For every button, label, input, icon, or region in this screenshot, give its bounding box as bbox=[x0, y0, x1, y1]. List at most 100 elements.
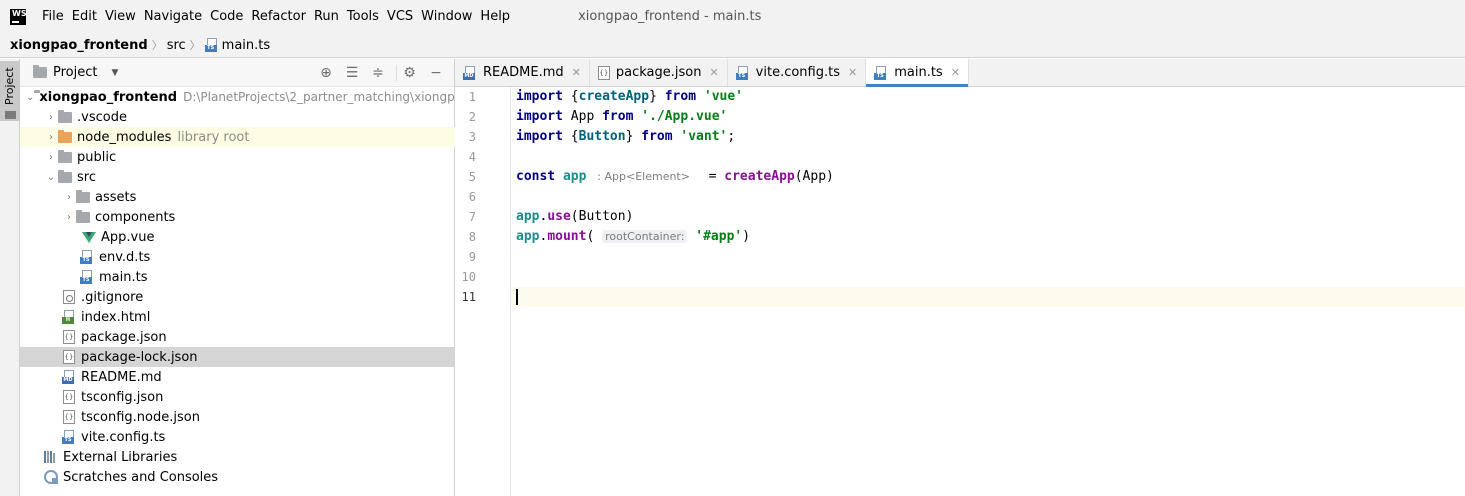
tree-item-readme[interactable]: MD README.md bbox=[20, 367, 455, 387]
code-line: import {Button} from 'vant'; bbox=[516, 129, 736, 144]
project-tool-tab[interactable]: Project bbox=[0, 61, 20, 121]
menu-tools[interactable]: Tools bbox=[347, 9, 379, 24]
tree-item-package-json[interactable]: {} package.json bbox=[20, 327, 455, 347]
tab-vite-config[interactable]: TS vite.config.ts ✕ bbox=[728, 59, 867, 86]
tree-item-scratches[interactable]: Scratches and Consoles bbox=[20, 467, 455, 487]
line-number-gutter: 1 2 3 4 5 6 7 8 9 10 11 bbox=[455, 87, 511, 496]
folder-icon bbox=[76, 189, 90, 203]
tree-item-public[interactable]: › public bbox=[20, 147, 455, 167]
menu-edit[interactable]: Edit bbox=[72, 9, 97, 24]
tree-item-components[interactable]: › components bbox=[20, 207, 455, 227]
crosshair-icon[interactable]: ⊕ bbox=[318, 65, 334, 81]
line-number: 6 bbox=[468, 190, 476, 204]
project-panel: Project ▼ ⊕ ☰ ≑ ⚙ − ⌄ xiongpao_frontend … bbox=[20, 59, 462, 496]
tree-item-vite-config[interactable]: TS vite.config.ts bbox=[20, 427, 455, 447]
chevron-down-icon[interactable]: ⌄ bbox=[26, 92, 34, 103]
code-line: app.mount( rootContainer: '#app') bbox=[516, 229, 751, 244]
gear-icon[interactable]: ⚙ bbox=[396, 65, 418, 81]
close-icon[interactable]: ✕ bbox=[709, 66, 718, 79]
json-file-icon: {} bbox=[63, 330, 75, 344]
tree-item-gitignore[interactable]: .gitignore bbox=[20, 287, 455, 307]
close-icon[interactable]: ✕ bbox=[848, 66, 857, 79]
chevron-down-icon[interactable]: ▼ bbox=[111, 68, 118, 78]
menu-view[interactable]: View bbox=[105, 9, 136, 24]
scratches-icon bbox=[44, 470, 58, 484]
tree-item-app-vue[interactable]: App.vue bbox=[20, 227, 455, 247]
close-icon[interactable]: ✕ bbox=[951, 66, 960, 79]
ts-file-icon: TS bbox=[204, 38, 219, 52]
text-caret bbox=[516, 289, 518, 305]
tree-item-env-d-ts[interactable]: TS env.d.ts bbox=[20, 247, 455, 267]
tab-main-ts[interactable]: TS main.ts ✕ bbox=[866, 59, 969, 87]
menu-refactor[interactable]: Refactor bbox=[251, 9, 306, 24]
json-file-icon: {} bbox=[63, 410, 75, 424]
gitignore-file-icon bbox=[63, 290, 75, 304]
line-number: 7 bbox=[468, 210, 476, 224]
library-folder-icon bbox=[58, 129, 72, 143]
ts-file-icon: TS bbox=[80, 250, 94, 264]
json-file-icon: {} bbox=[63, 350, 75, 364]
window-title: xiongpao_frontend - main.ts bbox=[578, 9, 762, 24]
tree-item-vscode[interactable]: › .vscode bbox=[20, 107, 455, 127]
menu-vcs[interactable]: VCS bbox=[387, 9, 413, 24]
tree-item-index-html[interactable]: H index.html bbox=[20, 307, 455, 327]
breadcrumb-separator-icon: 〉 bbox=[189, 39, 201, 52]
code-line: import {createApp} from 'vue' bbox=[516, 89, 744, 104]
external-libraries-icon bbox=[44, 451, 58, 463]
close-icon[interactable]: ✕ bbox=[572, 66, 581, 79]
project-view-title[interactable]: Project bbox=[53, 65, 97, 80]
code-editor[interactable]: import {createApp} from 'vue' import App… bbox=[512, 87, 1465, 496]
menu-window[interactable]: Window bbox=[421, 9, 472, 24]
tree-item-assets[interactable]: › assets bbox=[20, 187, 455, 207]
line-number: 8 bbox=[468, 230, 476, 244]
breadcrumb-file[interactable]: main.ts bbox=[222, 38, 270, 53]
menu-file[interactable]: File bbox=[42, 9, 64, 24]
folder-icon bbox=[58, 149, 72, 163]
tree-item-package-lock-json[interactable]: {} package-lock.json bbox=[20, 347, 455, 367]
breadcrumb-folder[interactable]: src bbox=[167, 38, 186, 53]
ts-file-icon: TS bbox=[735, 65, 750, 80]
tab-package-json[interactable]: {} package.json ✕ bbox=[590, 59, 728, 86]
chevron-down-icon[interactable]: ⌄ bbox=[44, 172, 58, 183]
folder-icon bbox=[58, 169, 72, 183]
menu-navigate[interactable]: Navigate bbox=[144, 9, 202, 24]
chevron-right-icon[interactable]: › bbox=[62, 192, 76, 203]
tree-item-node-modules[interactable]: › node_modules library root bbox=[20, 127, 455, 147]
code-line: const app : App<Element> = createApp(App… bbox=[516, 169, 834, 184]
menu-run[interactable]: Run bbox=[314, 9, 339, 24]
expand-all-icon[interactable]: ☰ bbox=[344, 65, 360, 81]
line-number: 5 bbox=[468, 170, 476, 184]
chevron-right-icon[interactable]: › bbox=[62, 212, 76, 223]
folder-icon bbox=[58, 109, 72, 123]
line-number: 2 bbox=[468, 110, 476, 124]
code-line: import App from './App.vue' bbox=[516, 109, 728, 124]
line-number: 4 bbox=[468, 150, 476, 164]
webstorm-logo-icon: WS bbox=[10, 8, 27, 25]
project-view-icon bbox=[33, 65, 47, 78]
menu-code[interactable]: Code bbox=[210, 9, 243, 24]
tree-item-tsconfig-json[interactable]: {} tsconfig.json bbox=[20, 387, 455, 407]
chevron-right-icon[interactable]: › bbox=[44, 112, 58, 123]
tree-item-tsconfig-node-json[interactable]: {} tsconfig.node.json bbox=[20, 407, 455, 427]
menu-help[interactable]: Help bbox=[480, 9, 510, 24]
chevron-right-icon[interactable]: › bbox=[44, 132, 58, 143]
editor-tab-bar: MD README.md ✕ {} package.json ✕ TS vite… bbox=[455, 59, 1465, 87]
folder-icon bbox=[5, 111, 16, 119]
line-number: 1 bbox=[468, 90, 476, 104]
ts-file-icon: TS bbox=[62, 430, 76, 444]
tree-item-external-libraries[interactable]: External Libraries bbox=[20, 447, 455, 467]
breadcrumb-project[interactable]: xiongpao_frontend bbox=[10, 38, 148, 53]
line-number: 3 bbox=[468, 130, 476, 144]
code-line: app.use(Button) bbox=[516, 209, 634, 224]
html-file-icon: H bbox=[62, 310, 76, 324]
breadcrumb: xiongpao_frontend 〉 src 〉 TS main.ts bbox=[0, 33, 1465, 58]
minimize-icon[interactable]: − bbox=[428, 65, 444, 81]
collapse-all-icon[interactable]: ≑ bbox=[370, 65, 386, 81]
folder-icon bbox=[76, 209, 90, 223]
tab-readme[interactable]: MD README.md ✕ bbox=[455, 59, 590, 86]
tree-item-main-ts[interactable]: TS main.ts bbox=[20, 267, 455, 287]
json-file-icon: {} bbox=[63, 390, 75, 404]
tree-item-root[interactable]: ⌄ xiongpao_frontend D:\PlanetProjects\2_… bbox=[20, 87, 462, 107]
chevron-right-icon[interactable]: › bbox=[44, 152, 58, 163]
tree-item-src[interactable]: ⌄ src bbox=[20, 167, 455, 187]
